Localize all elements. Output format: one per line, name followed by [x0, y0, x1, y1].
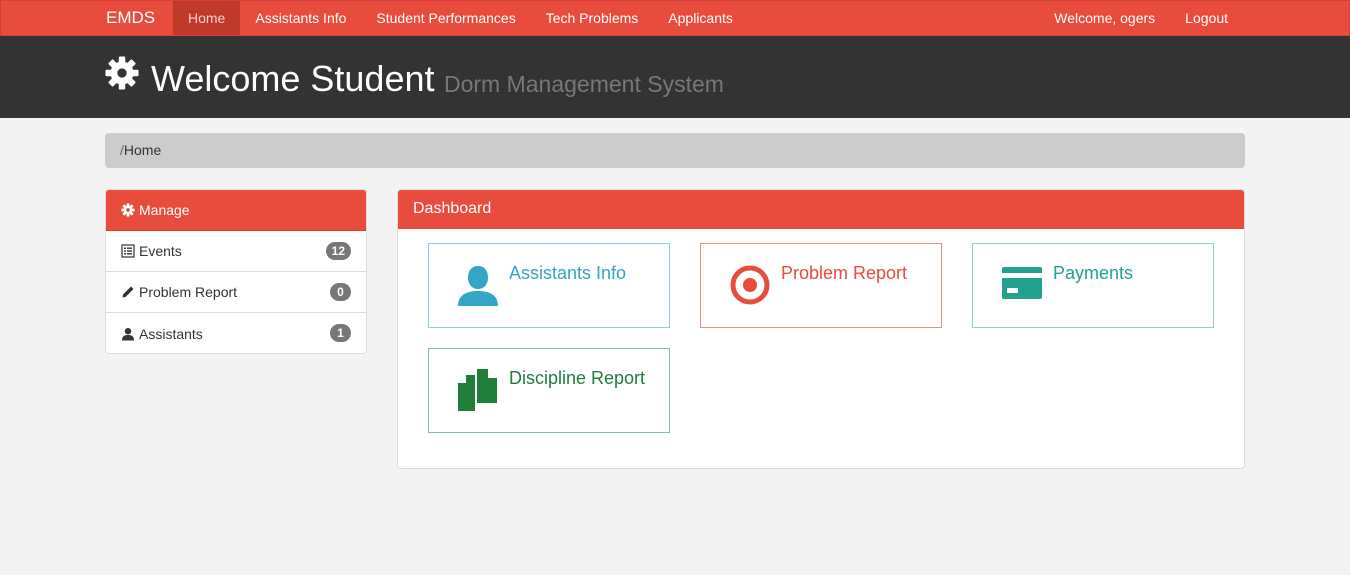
page-subtitle: Dorm Management System	[444, 71, 724, 97]
gear-icon	[121, 203, 135, 217]
logout-link[interactable]: Logout	[1170, 1, 1243, 35]
sidebar-item-label: Problem Report	[139, 284, 238, 300]
list-icon	[121, 244, 135, 258]
count-badge: 0	[330, 283, 351, 301]
sidebar-item-problem-report[interactable]: Problem Report 0	[106, 272, 366, 313]
user-nav: Welcome, ogers Logout	[1039, 1, 1243, 35]
problem-report-card[interactable]: Problem Report	[700, 243, 942, 328]
count-badge: 12	[325, 242, 351, 260]
breadcrumb: /Home	[105, 133, 1245, 168]
user-icon	[458, 266, 498, 306]
payments-card[interactable]: Payments	[972, 243, 1214, 328]
credit-card-icon	[1002, 267, 1042, 299]
dashboard-panel: Dashboard Assistants Info Problem Report…	[397, 189, 1245, 469]
sidebar-item-events[interactable]: Events 12	[106, 231, 366, 272]
documents-icon	[458, 369, 497, 411]
sidebar-item-label: Assistants	[139, 325, 203, 342]
top-navbar: EMDS Home Assistants Info Student Perfor…	[0, 0, 1350, 36]
user-icon	[122, 327, 134, 340]
manage-panel: Manage Events 12 Problem Report 0 Assist…	[105, 189, 367, 354]
card-label: Assistants Info	[509, 263, 627, 283]
manage-panel-title: Manage	[139, 201, 190, 218]
sidebar-item-assistants[interactable]: Assistants 1	[106, 313, 366, 353]
gear-icon	[105, 56, 139, 90]
discipline-report-card[interactable]: Discipline Report	[428, 348, 670, 433]
page-title: Welcome Student	[151, 58, 435, 99]
nav-item-home[interactable]: Home	[173, 1, 241, 35]
nav-item-assistants-info[interactable]: Assistants Info	[240, 1, 361, 35]
card-label: Discipline Report	[509, 368, 646, 388]
nav-item-applicants[interactable]: Applicants	[653, 1, 748, 35]
welcome-user-link[interactable]: Welcome, ogers	[1039, 1, 1170, 35]
target-icon	[730, 265, 770, 305]
dashboard-panel-title: Dashboard	[398, 190, 1244, 229]
main-nav: Home Assistants Info Student Performance…	[173, 1, 748, 35]
nav-item-student-performances[interactable]: Student Performances	[361, 1, 530, 35]
sidebar-item-label: Events	[139, 243, 182, 259]
brand-link[interactable]: EMDS	[106, 1, 155, 35]
assistants-info-card[interactable]: Assistants Info	[428, 243, 670, 328]
manage-panel-heading: Manage	[106, 190, 366, 231]
card-label: Payments	[1053, 263, 1134, 283]
pencil-icon	[122, 286, 134, 298]
nav-item-tech-problems[interactable]: Tech Problems	[531, 1, 654, 35]
count-badge: 1	[330, 324, 351, 342]
page-header: Welcome Student Dorm Management System	[0, 36, 1350, 118]
breadcrumb-current: Home	[123, 142, 162, 158]
card-label: Problem Report	[781, 263, 908, 283]
